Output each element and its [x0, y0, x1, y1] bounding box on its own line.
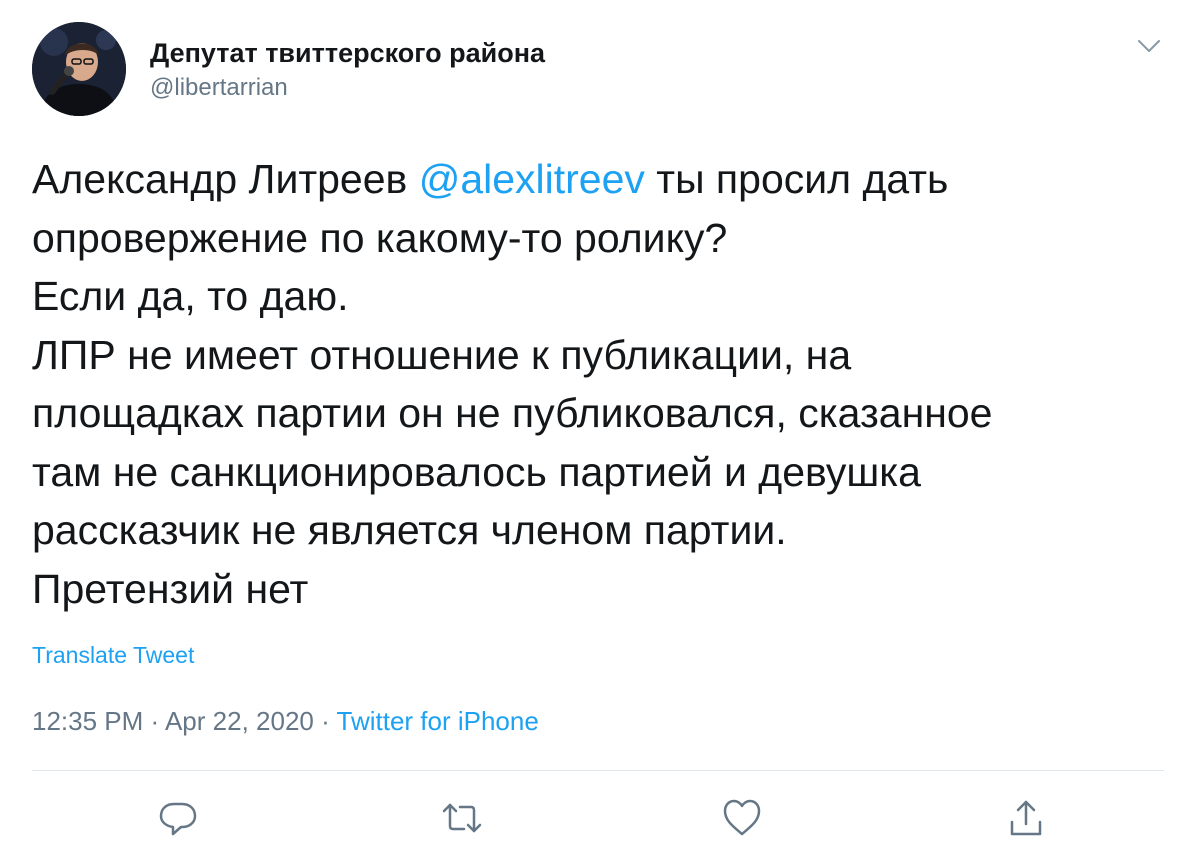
user-handle[interactable]: @libertarrian — [150, 72, 545, 104]
translate-tweet-link[interactable]: Translate Tweet — [32, 640, 194, 670]
reply-button[interactable] — [156, 796, 200, 840]
tweet-date[interactable]: Apr 22, 2020 — [165, 706, 314, 736]
meta-separator: · — [143, 706, 165, 736]
tweet-source-link[interactable]: Twitter for iPhone — [337, 706, 539, 736]
meta-separator: · — [313, 706, 337, 736]
tweet-text-rest: ты просил дать опровержение по какому-то… — [32, 156, 993, 612]
avatar-image — [32, 22, 126, 116]
avatar[interactable] — [32, 22, 126, 116]
author-names: Депутат твиттерского района @libertarria… — [150, 36, 545, 104]
tweet-time[interactable]: 12:35 PM — [32, 706, 143, 736]
tweet-meta: 12:35 PM · Apr 22, 2020 · Twitter for iP… — [32, 704, 539, 738]
retweet-icon — [442, 803, 482, 833]
divider — [32, 770, 1164, 771]
share-icon — [1010, 800, 1042, 836]
mention-link[interactable]: @alexlitreev — [419, 156, 645, 202]
retweet-button[interactable] — [440, 796, 484, 840]
chevron-down-icon[interactable] — [1136, 36, 1162, 56]
tweet-text: Александр Литреев @alexlitreev ты просил… — [32, 150, 1142, 618]
tweet-card: Депутат твиттерского района @libertarria… — [0, 0, 1194, 868]
heart-icon — [723, 799, 761, 836]
share-button[interactable] — [1004, 796, 1048, 840]
reply-icon — [159, 802, 197, 836]
like-button[interactable] — [720, 796, 764, 840]
action-bar — [0, 796, 1194, 846]
display-name[interactable]: Депутат твиттерского района — [150, 36, 545, 70]
tweet-header: Депутат твиттерского района @libertarria… — [32, 22, 1172, 120]
tweet-text-start: Александр Литреев — [32, 156, 419, 202]
